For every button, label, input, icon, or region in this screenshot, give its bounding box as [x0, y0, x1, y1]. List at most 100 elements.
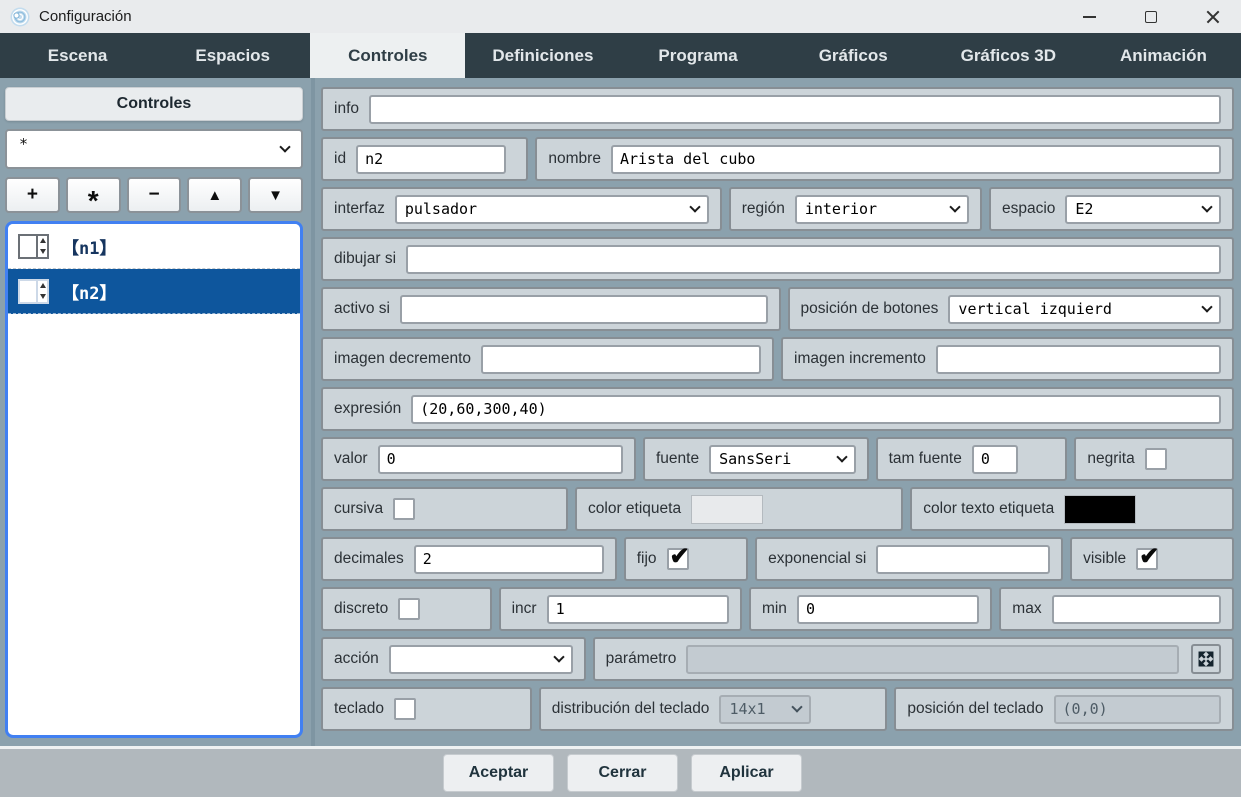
chevron-down-icon: [279, 141, 290, 152]
espacio-label: espacio: [1002, 200, 1055, 218]
dibujar-si-field[interactable]: [406, 245, 1221, 274]
add-control-button[interactable]: +: [5, 177, 60, 213]
espacio-group: espacio E2: [989, 187, 1234, 231]
imagen-decremento-group: imagen decremento: [321, 337, 774, 381]
tab-animacion[interactable]: Animación: [1086, 33, 1241, 78]
espacio-select[interactable]: E2: [1065, 195, 1221, 224]
list-item-n1[interactable]: 【n1】: [8, 224, 300, 269]
info-group: info: [321, 87, 1234, 131]
list-item-label: 【n2】: [62, 279, 116, 304]
distribucion-teclado-select: 14x1: [719, 695, 811, 724]
accion-label: acción: [334, 650, 379, 668]
color-etiqueta-group: color etiqueta: [575, 487, 903, 531]
imagen-decremento-label: imagen decremento: [334, 350, 471, 368]
fijo-checkbox[interactable]: [667, 548, 689, 570]
posicion-botones-group: posición de botones vertical izquierd: [788, 287, 1234, 331]
decimales-field[interactable]: [414, 545, 604, 574]
posicion-teclado-group: posición del teclado: [894, 687, 1234, 731]
filter-value: *: [19, 131, 28, 153]
tab-definiciones[interactable]: Definiciones: [465, 33, 620, 78]
list-item-n2[interactable]: 【n2】: [8, 269, 300, 314]
cursiva-group: cursiva: [321, 487, 568, 531]
window-controls: [1081, 9, 1231, 25]
visible-group: visible: [1070, 537, 1234, 581]
parametro-field: [686, 645, 1179, 674]
remove-control-button[interactable]: −: [127, 177, 182, 213]
accion-select[interactable]: [389, 645, 573, 674]
asterisk-button[interactable]: *: [66, 177, 121, 213]
footer-bar: Aceptar Cerrar Aplicar: [0, 746, 1241, 797]
tab-graficos[interactable]: Gráficos: [776, 33, 931, 78]
teclado-group: teclado: [321, 687, 532, 731]
valor-field[interactable]: [378, 445, 623, 474]
interfaz-value: pulsador: [405, 200, 477, 218]
tam-fuente-group: tam fuente: [876, 437, 1068, 481]
nombre-field[interactable]: [611, 145, 1221, 174]
expresion-label: expresión: [334, 400, 401, 418]
max-label: max: [1012, 600, 1041, 618]
espacio-value: E2: [1075, 200, 1093, 218]
maximize-icon[interactable]: [1143, 9, 1159, 25]
aplicar-button[interactable]: Aplicar: [691, 754, 802, 792]
distribucion-teclado-label: distribución del teclado: [552, 700, 710, 718]
max-group: max: [999, 587, 1234, 631]
cursiva-checkbox[interactable]: [393, 498, 415, 520]
chevron-down-icon: [689, 201, 700, 212]
fuente-label: fuente: [656, 450, 699, 468]
teclado-checkbox[interactable]: [394, 698, 416, 720]
nombre-label: nombre: [548, 150, 601, 168]
move-down-button[interactable]: ▼: [248, 177, 303, 213]
expand-button[interactable]: [1191, 644, 1221, 674]
tab-controles[interactable]: Controles: [310, 33, 465, 78]
controls-filter-select[interactable]: *: [5, 129, 303, 169]
close-icon[interactable]: [1205, 9, 1221, 25]
color-texto-etiqueta-swatch[interactable]: [1064, 495, 1136, 524]
visible-checkbox[interactable]: [1136, 548, 1158, 570]
accion-group: acción: [321, 637, 586, 681]
move-up-button[interactable]: ▲: [187, 177, 242, 213]
spinner-control-icon: [18, 279, 49, 304]
sidebar-header: Controles: [5, 87, 303, 121]
controls-list: 【n1】 【n2】: [5, 221, 303, 738]
posicion-teclado-label: posición del teclado: [907, 700, 1043, 718]
region-label: región: [742, 200, 785, 218]
tam-fuente-field[interactable]: [972, 445, 1018, 474]
posicion-botones-select[interactable]: vertical izquierd: [948, 295, 1221, 324]
tab-programa[interactable]: Programa: [621, 33, 776, 78]
region-select[interactable]: interior: [795, 195, 969, 224]
tab-graficos-3d[interactable]: Gráficos 3D: [931, 33, 1086, 78]
minimize-icon[interactable]: [1081, 9, 1097, 25]
titlebar: Configuración: [0, 0, 1241, 33]
incr-field[interactable]: [547, 595, 729, 624]
imagen-incremento-field[interactable]: [936, 345, 1221, 374]
max-field[interactable]: [1052, 595, 1221, 624]
parametro-group: parámetro: [593, 637, 1234, 681]
imagen-decremento-field[interactable]: [481, 345, 761, 374]
controls-sidebar: Controles * + * − ▲ ▼ 【n1】: [0, 78, 315, 746]
negrita-checkbox[interactable]: [1145, 448, 1167, 470]
activo-si-field[interactable]: [400, 295, 768, 324]
region-value: interior: [805, 200, 877, 218]
tab-espacios[interactable]: Espacios: [155, 33, 310, 78]
posicion-botones-label: posición de botones: [801, 300, 939, 318]
nombre-group: nombre: [535, 137, 1234, 181]
info-field[interactable]: [369, 95, 1221, 124]
min-field[interactable]: [797, 595, 979, 624]
id-group: id: [321, 137, 528, 181]
posicion-teclado-field: [1054, 695, 1221, 724]
tab-bar: Escena Espacios Controles Definiciones P…: [0, 33, 1241, 78]
fijo-label: fijo: [637, 550, 657, 568]
fuente-select[interactable]: SansSeri: [709, 445, 856, 474]
expresion-field[interactable]: [411, 395, 1221, 424]
dibujar-si-group: dibujar si: [321, 237, 1234, 281]
exponencial-si-field[interactable]: [876, 545, 1050, 574]
tab-escena[interactable]: Escena: [0, 33, 155, 78]
aceptar-button[interactable]: Aceptar: [443, 754, 554, 792]
interfaz-select[interactable]: pulsador: [395, 195, 709, 224]
discreto-checkbox[interactable]: [398, 598, 420, 620]
color-etiqueta-swatch[interactable]: [691, 495, 763, 524]
descartes-logo-icon: [10, 7, 30, 27]
cerrar-button[interactable]: Cerrar: [567, 754, 678, 792]
id-field[interactable]: [356, 145, 506, 174]
fuente-value: SansSeri: [719, 450, 791, 468]
